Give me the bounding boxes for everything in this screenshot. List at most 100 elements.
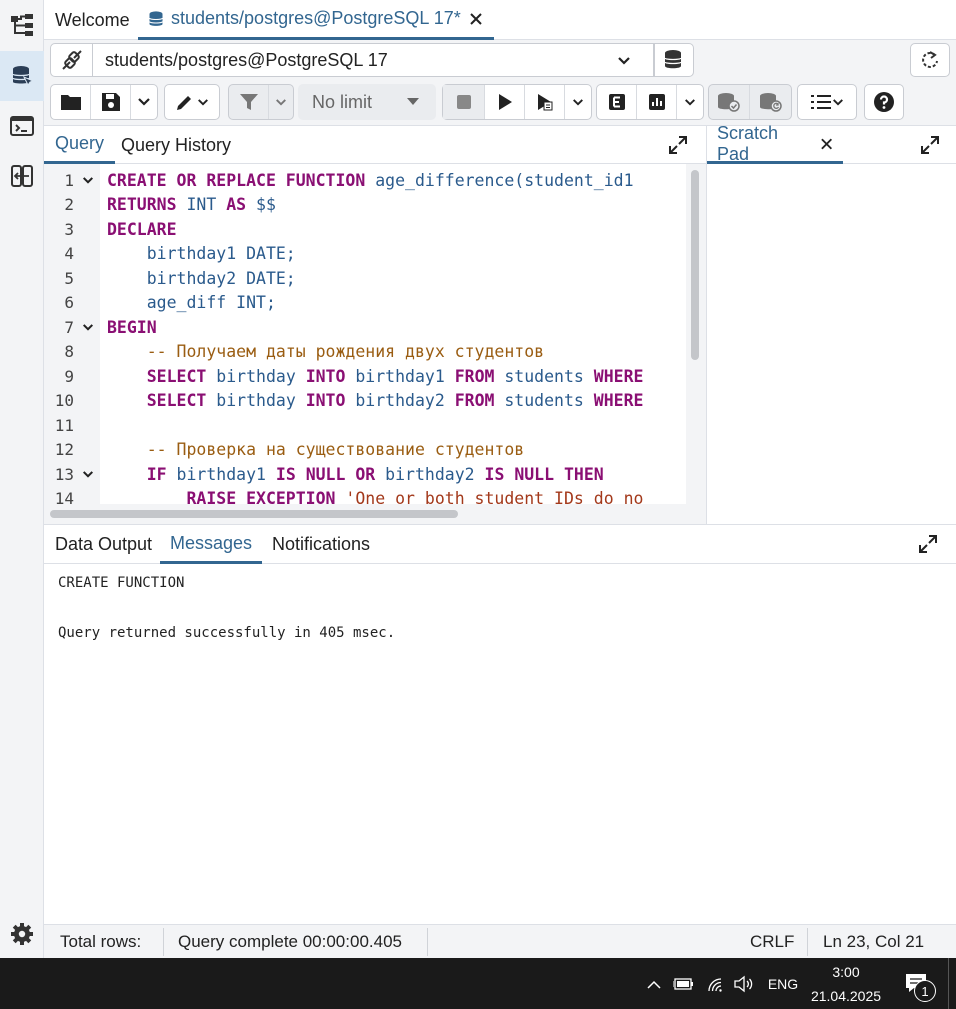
scratch-pad-header: Scratch Pad — [706, 123, 956, 164]
rollback-button[interactable] — [750, 85, 791, 119]
editor-header: Query Query History — [44, 126, 706, 164]
tab-notifications[interactable]: Notifications — [262, 525, 380, 564]
line-number: 3 — [64, 219, 74, 239]
tab-query[interactable]: Query — [44, 126, 116, 164]
line-number: 8 — [64, 342, 74, 361]
refresh-icon — [922, 51, 938, 68]
database-add-icon — [664, 50, 682, 69]
expand-icon[interactable] — [668, 135, 688, 155]
transaction-group — [708, 84, 792, 120]
fold-chevron-down-icon[interactable] — [82, 169, 94, 194]
psql-terminal-icon[interactable] — [0, 101, 44, 151]
line-number: 5 — [64, 268, 74, 288]
fold-chevron-down-icon[interactable] — [82, 463, 94, 488]
filter-options-dropdown[interactable] — [269, 85, 293, 119]
save-options-dropdown[interactable] — [131, 85, 157, 119]
line-number: 11 — [54, 415, 74, 435]
input-language[interactable]: ENG — [764, 958, 802, 1009]
status-bar: Total rows: Query complete 00:00:00.405 … — [44, 924, 956, 958]
battery-icon[interactable] — [673, 974, 695, 994]
stop-button[interactable] — [443, 85, 485, 119]
tab-data-output[interactable]: Data Output — [45, 525, 162, 564]
line-number: 14 — [54, 489, 74, 504]
code-line: age_diff INT; — [107, 291, 276, 316]
refresh-button[interactable] — [910, 43, 950, 77]
code-token: birthday2 DATE; — [107, 268, 296, 288]
row-limit-select[interactable]: No limit — [298, 84, 436, 120]
scroll-thumb[interactable] — [691, 170, 699, 360]
query-tool-database-icon[interactable] — [0, 51, 44, 101]
execute-button[interactable] — [485, 85, 525, 119]
open-file-button[interactable] — [51, 85, 91, 119]
explain-button[interactable] — [597, 85, 637, 119]
code-token: INTO — [305, 366, 356, 386]
line-number: 6 — [64, 293, 74, 312]
object-explorer-icon[interactable] — [0, 0, 44, 50]
tab-scratch-pad[interactable]: Scratch Pad — [707, 123, 843, 164]
clock-time[interactable]: 3:00 — [806, 961, 886, 983]
volume-icon[interactable] — [732, 973, 756, 995]
line-number: 12 — [54, 440, 74, 459]
expand-icon[interactable] — [918, 534, 938, 554]
code-token: CREATE OR REPLACE FUNCTION — [107, 170, 376, 190]
clock-date[interactable]: 21.04.2025 — [806, 985, 886, 1007]
save-file-button[interactable] — [91, 85, 131, 119]
code-token: students — [504, 366, 594, 386]
execute-options-dropdown[interactable] — [565, 85, 591, 119]
explain-group — [596, 84, 704, 120]
tab-query-history[interactable]: Query History — [121, 126, 231, 164]
tab-messages[interactable]: Messages — [160, 525, 263, 564]
new-connection-button[interactable] — [654, 43, 694, 77]
macros-button[interactable] — [798, 85, 856, 119]
line-number: 10 — [54, 391, 74, 410]
line-number-gutter: 1 2 3 4 5 6 7 8 9 10 11 12 13 14 — [44, 164, 100, 504]
fold-chevron-down-icon[interactable] — [82, 316, 94, 341]
code-token: INTO — [305, 391, 356, 410]
notification-center-button[interactable]: 1 — [900, 970, 940, 1002]
close-icon[interactable] — [820, 137, 833, 151]
code-token: birthday — [216, 391, 306, 410]
wifi-icon[interactable] — [705, 974, 725, 994]
tab-welcome[interactable]: Welcome — [55, 0, 130, 40]
execute-script-button[interactable] — [525, 85, 565, 119]
scratch-pad-textarea[interactable] — [706, 164, 956, 524]
show-desktop-button[interactable] — [948, 958, 956, 1009]
tab-query-students[interactable]: students/postgres@PostgreSQL 17* — [138, 0, 494, 40]
help-button[interactable] — [865, 85, 903, 119]
editor-vertical-scrollbar[interactable] — [686, 164, 706, 504]
commit-button[interactable] — [709, 85, 750, 119]
folder-icon — [60, 95, 81, 110]
total-rows-label: Total rows: — [60, 932, 142, 951]
left-rail — [0, 0, 44, 958]
sql-editor[interactable]: CREATE OR REPLACE FUNCTION age_differenc… — [100, 164, 686, 504]
chart-bar-icon — [648, 94, 665, 110]
connection-select[interactable]: students/postgres@PostgreSQL 17 — [92, 43, 654, 77]
show-hidden-icons-chevron-up-icon[interactable] — [644, 974, 664, 994]
code-token: WHERE — [593, 391, 644, 410]
edit-menu-button[interactable] — [165, 85, 219, 119]
stop-icon — [456, 95, 471, 109]
code-line: RETURNS INT AS $$ — [107, 193, 276, 218]
help-circle-icon — [874, 92, 894, 112]
explain-analyze-button[interactable] — [637, 85, 677, 119]
line-number: 9 — [64, 366, 74, 386]
line-number: 2 — [64, 195, 74, 214]
explain-options-dropdown[interactable] — [677, 85, 703, 119]
scroll-thumb[interactable] — [50, 510, 458, 518]
code-token: $$ — [256, 195, 276, 214]
code-token: INT — [186, 195, 227, 214]
code-line: -- Получаем даты рождения двух студентов — [107, 340, 544, 365]
code-token: birthday1 DATE; — [107, 244, 296, 263]
edit-group — [164, 84, 220, 120]
filter-button[interactable] — [229, 85, 269, 119]
code-token: age_difference(student_id1 — [375, 170, 634, 190]
schema-diff-icon[interactable] — [0, 151, 44, 201]
settings-gear-icon[interactable] — [0, 909, 44, 959]
editor-horizontal-scrollbar[interactable] — [44, 504, 706, 524]
connection-status-button[interactable] — [50, 43, 94, 77]
close-tab-icon[interactable] — [469, 12, 483, 26]
code-line: SELECT birthday INTO birthday2 FROM stud… — [107, 389, 644, 414]
expand-icon[interactable] — [920, 135, 940, 155]
database-icon — [149, 10, 163, 26]
message-line: CREATE FUNCTION — [58, 575, 185, 591]
